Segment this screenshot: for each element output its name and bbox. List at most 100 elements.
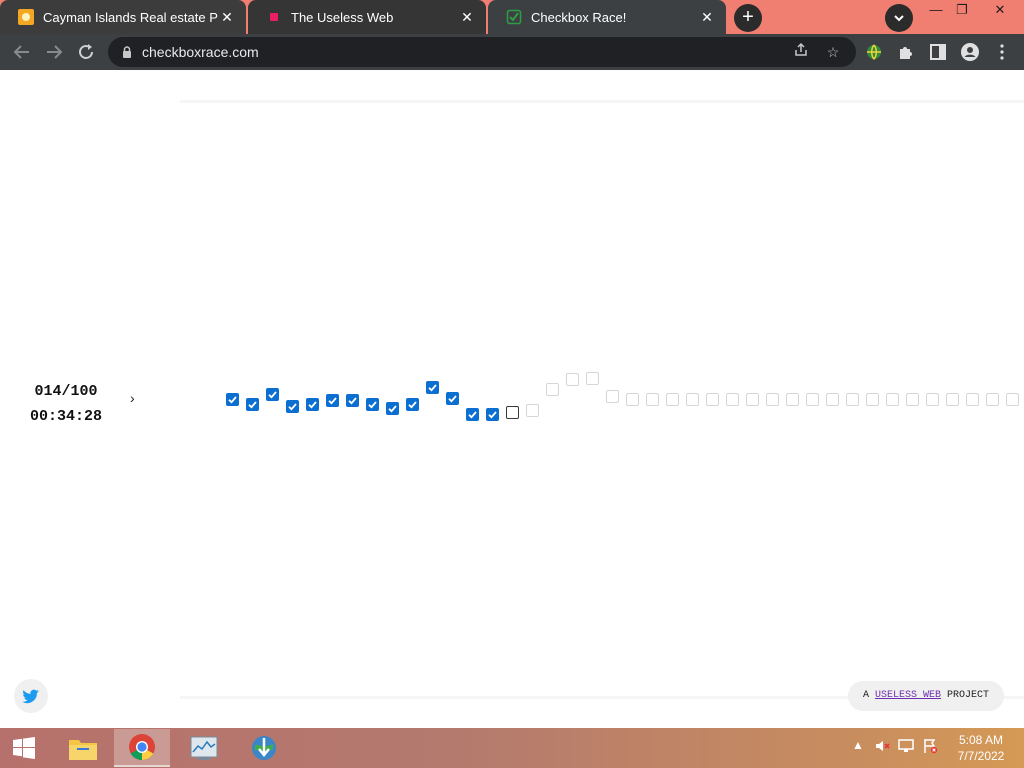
tab-useless-web[interactable]: The Useless Web ✕ bbox=[248, 0, 486, 34]
windows-start-icon[interactable] bbox=[0, 729, 48, 767]
network-icon[interactable] bbox=[898, 738, 914, 757]
tab-checkbox-race[interactable]: Checkbox Race! ✕ bbox=[488, 0, 726, 34]
checkmark-icon bbox=[268, 391, 277, 399]
profile-avatar-icon[interactable] bbox=[958, 40, 982, 64]
checkmark-icon bbox=[408, 401, 417, 409]
race-checkbox-upcoming bbox=[646, 393, 659, 406]
race-checkbox-checked[interactable] bbox=[266, 388, 279, 401]
file-explorer-icon[interactable] bbox=[55, 729, 111, 767]
race-checkbox-upcoming bbox=[546, 383, 559, 396]
browser-tab-strip: Cayman Islands Real estate Prope ✕ The U… bbox=[0, 0, 1024, 34]
race-checkbox-upcoming bbox=[706, 393, 719, 406]
speaker-muted-icon[interactable] bbox=[874, 738, 890, 757]
close-window-button[interactable]: ✕ bbox=[980, 0, 1020, 22]
task-manager-icon[interactable] bbox=[176, 729, 232, 767]
race-checkbox-checked[interactable] bbox=[246, 398, 259, 411]
arrow-right-icon bbox=[47, 45, 63, 59]
tab-title: Checkbox Race! bbox=[531, 9, 627, 25]
back-button[interactable] bbox=[10, 40, 34, 64]
divider bbox=[180, 100, 1024, 103]
extension-globe-icon[interactable] bbox=[862, 40, 886, 64]
race-checkbox-checked[interactable] bbox=[286, 400, 299, 413]
green-check-icon bbox=[506, 9, 522, 25]
page-content: 014/100 00:34:28 › A USELESS WEB PROJECT bbox=[0, 70, 1024, 728]
lock-icon bbox=[120, 45, 134, 59]
race-checkbox-upcoming bbox=[826, 393, 839, 406]
reload-button[interactable] bbox=[74, 40, 98, 64]
close-tab-icon[interactable]: ✕ bbox=[218, 8, 236, 26]
race-checkbox-upcoming bbox=[846, 393, 859, 406]
new-tab-button[interactable]: + bbox=[734, 4, 762, 32]
race-checkbox-upcoming bbox=[726, 393, 739, 406]
race-checkbox-upcoming bbox=[966, 393, 979, 406]
race-checkbox-checked[interactable] bbox=[326, 394, 339, 407]
sun-icon bbox=[18, 9, 34, 25]
browser-toolbar: checkboxrace.com ☆ bbox=[0, 34, 1024, 70]
race-stats: 014/100 00:34:28 bbox=[28, 379, 104, 429]
race-checkbox-checked[interactable] bbox=[486, 408, 499, 421]
checkmark-icon bbox=[228, 396, 237, 404]
twitter-share-button[interactable] bbox=[14, 679, 48, 713]
action-center-flag-icon[interactable] bbox=[922, 738, 938, 757]
checkmark-icon bbox=[428, 384, 437, 392]
race-checkbox-upcoming bbox=[746, 393, 759, 406]
race-checkbox-checked[interactable] bbox=[446, 392, 459, 405]
race-checkbox-upcoming bbox=[586, 372, 599, 385]
forward-button[interactable] bbox=[42, 40, 66, 64]
race-checkbox-upcoming bbox=[566, 373, 579, 386]
checkmark-icon bbox=[368, 401, 377, 409]
twitter-bird-icon bbox=[22, 689, 39, 704]
checkmark-icon bbox=[388, 405, 397, 413]
close-tab-icon[interactable]: ✕ bbox=[458, 8, 476, 26]
internet-download-manager-icon[interactable] bbox=[236, 729, 292, 767]
windows-taskbar: ▲ 5:08 AM 7/7/2022 bbox=[0, 728, 1024, 768]
close-tab-icon[interactable]: ✕ bbox=[698, 8, 716, 26]
checkmark-icon bbox=[488, 411, 497, 419]
race-checkbox-upcoming bbox=[926, 393, 939, 406]
system-clock[interactable]: 5:08 AM 7/7/2022 bbox=[950, 732, 1012, 764]
race-checkbox-checked[interactable] bbox=[406, 398, 419, 411]
checkmark-icon bbox=[248, 401, 257, 409]
race-timer: 00:34:28 bbox=[29, 408, 102, 425]
race-checkbox-checked[interactable] bbox=[306, 398, 319, 411]
race-checkbox-next[interactable] bbox=[506, 406, 519, 419]
share-icon[interactable] bbox=[791, 42, 811, 62]
checkmark-icon bbox=[288, 403, 297, 411]
bookmark-star-icon[interactable]: ☆ bbox=[823, 42, 843, 62]
race-checkbox-upcoming bbox=[766, 393, 779, 406]
race-checkbox-upcoming bbox=[886, 393, 899, 406]
menu-kebab-icon[interactable] bbox=[990, 40, 1014, 64]
address-bar[interactable]: checkboxrace.com ☆ bbox=[108, 37, 856, 67]
useless-web-credit: A USELESS WEB PROJECT bbox=[848, 681, 1004, 711]
side-panel-icon[interactable] bbox=[926, 40, 950, 64]
race-checkbox-upcoming bbox=[806, 393, 819, 406]
race-checkbox-upcoming bbox=[686, 393, 699, 406]
restore-button[interactable]: ❐ bbox=[946, 0, 978, 22]
tab-cayman-islands[interactable]: Cayman Islands Real estate Prope ✕ bbox=[0, 0, 246, 34]
tab-title: The Useless Web bbox=[291, 9, 394, 25]
chevron-right-icon: › bbox=[130, 390, 135, 406]
race-checkbox-upcoming bbox=[946, 393, 959, 406]
arrow-left-icon bbox=[13, 45, 29, 59]
race-checkbox-upcoming bbox=[606, 390, 619, 403]
chrome-icon[interactable] bbox=[114, 729, 170, 767]
race-checkbox-upcoming bbox=[626, 393, 639, 406]
credit-suffix: PROJECT bbox=[947, 690, 990, 701]
race-checkbox-upcoming bbox=[906, 393, 919, 406]
useless-web-link[interactable]: USELESS WEB bbox=[875, 690, 941, 701]
race-checkbox-checked[interactable] bbox=[366, 398, 379, 411]
tray-overflow-icon[interactable]: ▲ bbox=[852, 738, 864, 752]
extensions-puzzle-icon[interactable] bbox=[894, 40, 918, 64]
race-checkbox-checked[interactable] bbox=[386, 402, 399, 415]
pink-square-icon bbox=[266, 9, 282, 25]
race-checkbox-checked[interactable] bbox=[346, 394, 359, 407]
race-checkbox-upcoming bbox=[526, 404, 539, 417]
race-checkbox-checked[interactable] bbox=[226, 393, 239, 406]
clock-date: 7/7/2022 bbox=[957, 749, 1005, 763]
race-checkbox-checked[interactable] bbox=[426, 381, 439, 394]
race-checkbox-upcoming bbox=[866, 393, 879, 406]
reload-icon bbox=[79, 44, 93, 59]
checkmark-icon bbox=[448, 395, 457, 403]
race-checkbox-checked[interactable] bbox=[466, 408, 479, 421]
tab-search-button[interactable] bbox=[885, 4, 913, 32]
